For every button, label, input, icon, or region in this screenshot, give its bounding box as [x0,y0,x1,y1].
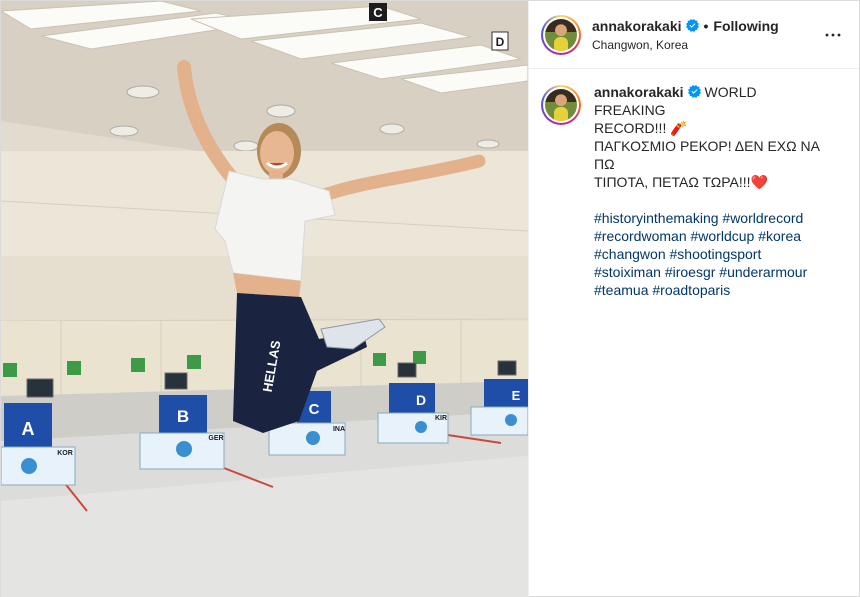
stand-sign-e: E [512,388,521,403]
country-code-3: INA [333,426,345,433]
post-photo[interactable]: C D A KOR B GER C INA D KIR E HELLAS [1,1,528,597]
caption-line-3: ΠΑΓΚΟΣΜΙΟ ΡΕΚΟΡ! ΔΕΝ ΕΧΩ ΝΑ ΠΩ [594,138,820,172]
hashtag-link[interactable]: #iroesgr [665,264,716,280]
author-username[interactable]: annakorakaki [592,17,682,35]
hashtag-list: #historyinthemaking #worldrecord #record… [594,209,824,299]
post-header: annakorakaki • Following Changwon, Korea [529,1,859,69]
hashtag-link[interactable]: #stoiximan [594,264,661,280]
hashtag-link[interactable]: #underarmour [719,264,807,280]
stand-sign-a: A [22,419,35,439]
hashtag-link[interactable]: #recordwoman [594,228,687,244]
verified-badge-icon [687,85,701,98]
hashtag-link[interactable]: #worldrecord [722,210,803,226]
hashtag-link[interactable]: #shootingsport [670,246,762,262]
caption-line-4: ΤΙΠΟΤΑ, ΠΕΤΑΩ ΤΩΡΑ!!! [594,174,751,190]
firecracker-emoji: 🧨 [670,120,688,136]
stand-sign-b: B [177,407,189,426]
hashtag-link[interactable]: #historyinthemaking [594,210,719,226]
country-code-2: GER [208,435,223,442]
post-caption: annakorakaki WORLD FREAKING RECORD!!! 🧨 … [594,83,824,299]
post-location[interactable]: Changwon, Korea [592,37,821,53]
verified-badge-icon [685,19,699,32]
separator-dot: • [703,17,709,34]
heart-emoji: ❤️ [750,174,768,190]
country-code-4: KIR [435,415,447,422]
more-horizontal-icon [825,33,841,36]
caption-line-2: RECORD!!! [594,120,667,136]
instagram-post: C D A KOR B GER C INA D KIR E HELLAS ann… [0,0,860,597]
stand-sign-d: D [416,392,426,408]
author-avatar[interactable] [541,14,581,55]
stand-sign-c: C [309,401,320,418]
more-options-button[interactable] [821,23,845,47]
hashtag-link[interactable]: #changwon [594,246,666,262]
hashtag-link[interactable]: #korea [758,228,801,244]
country-code-1: KOR [57,450,73,457]
post-details-pane: annakorakaki • Following Changwon, Korea [528,1,859,597]
ceiling-sign-d: D [496,35,505,49]
caption-username[interactable]: annakorakaki [594,84,684,100]
ceiling-sign-c: C [373,5,383,20]
hashtag-link[interactable]: #worldcup [691,228,755,244]
shooting-range-jump-photo: C D A KOR B GER C INA D KIR E HELLAS [1,1,528,597]
caption-row: annakorakaki WORLD FREAKING RECORD!!! 🧨 … [529,69,859,299]
hashtag-link[interactable]: #teamua [594,282,648,298]
caption-author-avatar[interactable] [541,85,581,125]
hashtag-link[interactable]: #roadtoparis [652,282,730,298]
following-button[interactable]: Following [713,17,778,35]
